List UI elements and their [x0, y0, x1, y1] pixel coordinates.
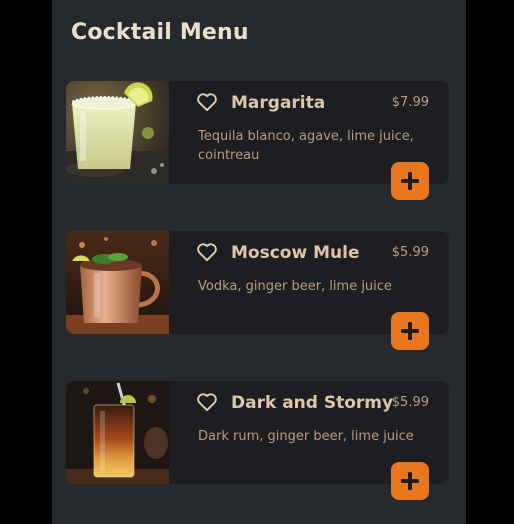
heart-outline-icon[interactable]	[196, 242, 218, 262]
add-to-order-button[interactable]	[391, 462, 429, 500]
menu-panel: Cocktail Menu Margarita $7.99 Tequila bl…	[52, 0, 466, 524]
menu-item-price: $5.99	[391, 245, 429, 260]
cocktail-photo-dark-and-stormy	[66, 381, 169, 484]
add-to-order-button[interactable]	[391, 162, 429, 200]
menu-item-price: $5.99	[391, 395, 429, 410]
plus-icon	[401, 172, 419, 190]
heart-outline-icon[interactable]	[196, 392, 218, 412]
add-to-order-button[interactable]	[391, 312, 429, 350]
cocktail-photo-margarita	[66, 81, 169, 184]
plus-icon	[401, 472, 419, 490]
page-title: Cocktail Menu	[71, 20, 249, 45]
menu-item-description: Dark rum, ginger beer, lime juice	[198, 429, 414, 444]
menu-item-name: Margarita	[231, 93, 326, 113]
menu-item-margarita: Margarita $7.99 Tequila blanco, agave, l…	[66, 81, 449, 200]
menu-item-price: $7.99	[391, 95, 429, 110]
menu-item-name: Moscow Mule	[231, 243, 360, 263]
menu-item-name: Dark and Stormy	[231, 393, 394, 413]
plus-icon	[401, 322, 419, 340]
menu-item-description: Tequila blanco, agave, lime juice, coint…	[198, 129, 414, 163]
heart-outline-icon[interactable]	[196, 92, 218, 112]
menu-item-dark-and-stormy: Dark and Stormy $5.99 Dark rum, ginger b…	[66, 381, 449, 500]
menu-item-description: Vodka, ginger beer, lime juice	[198, 279, 392, 294]
cocktail-photo-moscow-mule	[66, 231, 169, 334]
menu-item-moscow-mule: Moscow Mule $5.99 Vodka, ginger beer, li…	[66, 231, 449, 350]
